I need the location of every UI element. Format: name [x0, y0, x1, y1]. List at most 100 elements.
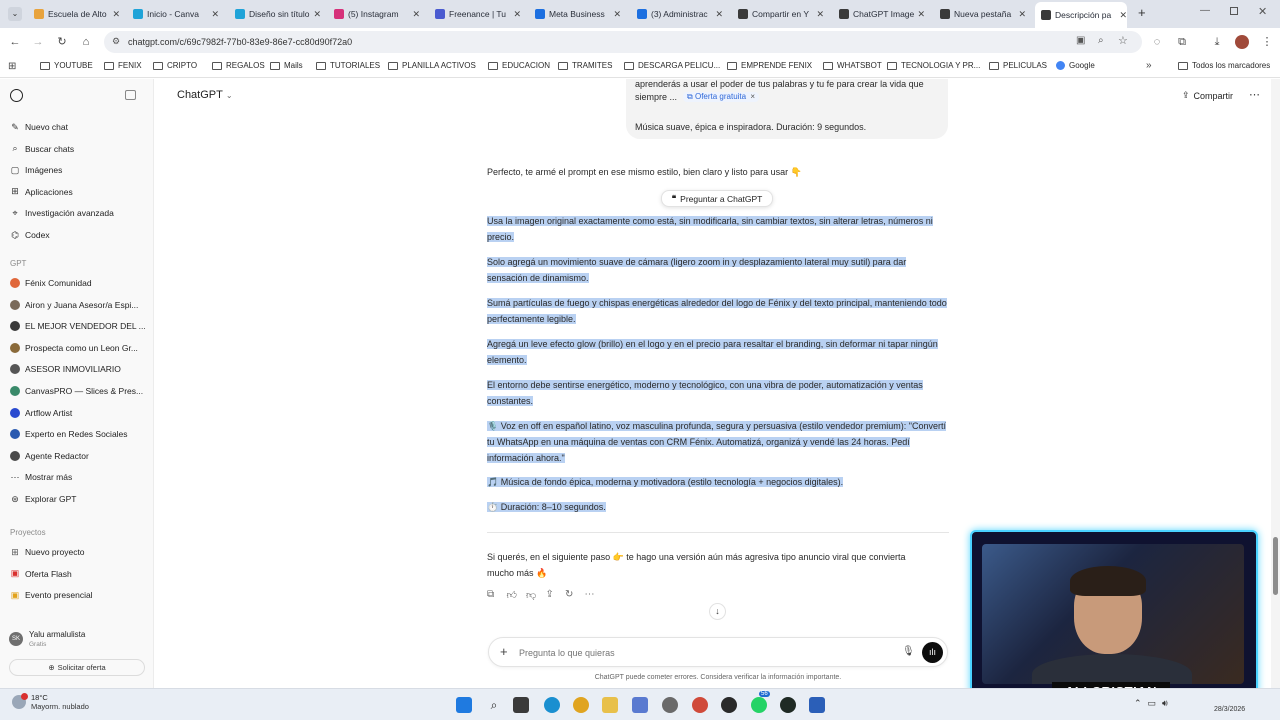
sidebar-item-image[interactable]: ▢ Imágenes	[10, 163, 63, 177]
browser-tab[interactable]: Inicio - Canva ✕	[133, 4, 219, 24]
sidebar-item-search[interactable]: ⌕ Buscar chats	[10, 142, 74, 156]
sidebar-item-apps[interactable]: ⊞ Aplicaciones	[10, 185, 73, 199]
restore-icon[interactable]	[1230, 7, 1238, 15]
tab-close-icon[interactable]: ✕	[513, 9, 521, 20]
tab-close-icon[interactable]: ✕	[211, 9, 219, 20]
bookmark-item[interactable]: TUTORIALES	[316, 61, 380, 70]
sidebar-gpt-item[interactable]: EL MEJOR VENDEDOR DEL ...	[10, 319, 146, 333]
chip-close-icon[interactable]: ×	[750, 92, 755, 101]
all-bookmarks[interactable]: Todos los marcadores	[1178, 61, 1270, 70]
app-icon-2[interactable]	[721, 697, 737, 713]
bookmark-item[interactable]: CRIPTO	[153, 61, 197, 70]
bookmark-item[interactable]: WHATSBOT	[823, 61, 882, 70]
extension-icon[interactable]: ◌	[1150, 35, 1164, 49]
sidebar-project-item[interactable]: ⊞ Nuevo proyecto	[10, 545, 84, 559]
browser-tab[interactable]: Meta Business ✕	[535, 4, 621, 24]
word-icon[interactable]	[809, 697, 825, 713]
tab-close-icon[interactable]: ✕	[917, 9, 925, 20]
apps-grid-icon[interactable]: ⊞	[8, 61, 16, 72]
sidebar-gpt-item[interactable]: Experto en Redes Sociales	[10, 427, 128, 441]
openai-logo-icon[interactable]	[10, 89, 23, 102]
home-icon[interactable]: ⌂	[79, 35, 93, 49]
scroll-down-button[interactable]: ↓	[709, 603, 726, 620]
search-icon[interactable]: ⌕	[486, 697, 502, 713]
share-button[interactable]: ⇪ Compartir	[1182, 90, 1233, 101]
reload-icon[interactable]: ↻	[55, 35, 69, 49]
browser-menu-icon[interactable]: ⋮	[1260, 35, 1274, 49]
upgrade-button[interactable]: ⊕ Solicitar oferta	[9, 659, 145, 676]
close-window-icon[interactable]: ✕	[1258, 5, 1267, 18]
tab-close-icon[interactable]: ✕	[412, 9, 420, 20]
bookmark-item[interactable]: FENIX	[104, 61, 142, 70]
puzzle-icon[interactable]: ⧉	[1175, 35, 1189, 49]
install-app-icon[interactable]: ▣	[1076, 35, 1085, 46]
prompt-input[interactable]	[519, 645, 879, 660]
bookmark-item[interactable]: PELICULAS	[989, 61, 1047, 70]
browser-tab[interactable]: ChatGPT Image ✕	[839, 4, 925, 24]
thumbs-down-icon[interactable]: 👎︎	[526, 589, 546, 601]
chrome-icon[interactable]	[573, 697, 589, 713]
chrome-profile-icon[interactable]	[692, 697, 708, 713]
bookmark-item[interactable]: REGALOS	[212, 61, 265, 70]
bookmark-item[interactable]: DESCARGA PELICU...	[624, 61, 720, 70]
task-view-icon[interactable]	[513, 697, 529, 713]
sidebar-project-item[interactable]: ▣ Oferta Flash	[10, 567, 72, 581]
app-icon-1[interactable]	[632, 697, 648, 713]
chatgpt-app-icon[interactable]	[780, 697, 796, 713]
profile-avatar[interactable]	[1235, 35, 1249, 49]
bookmark-item[interactable]: TECNOLOGIA Y PR...	[887, 61, 980, 70]
browser-tab[interactable]: Freenance | Tu ✕	[435, 4, 521, 24]
user-profile[interactable]: SK Yalu armalulista Gratis	[9, 630, 149, 652]
bookmark-item[interactable]: TRAMITES	[558, 61, 612, 70]
bookmark-item[interactable]: EMPRENDE FENIX	[727, 61, 812, 70]
browser-tab[interactable]: Escuela de Alto ✕	[34, 4, 120, 24]
bookmarks-overflow-icon[interactable]: »	[1146, 60, 1152, 71]
sidebar-gpt-item[interactable]: Agente Redactor	[10, 449, 89, 463]
bookmark-item[interactable]: PLANILLA ACTIVOS	[388, 61, 476, 70]
whatsapp-icon[interactable]: 56	[751, 691, 770, 713]
tab-close-icon[interactable]: ✕	[816, 9, 824, 20]
voice-mode-button[interactable]: ılı	[922, 642, 943, 663]
browser-tab[interactable]: Nueva pestaña ✕	[940, 4, 1026, 24]
ask-chatgpt-popup[interactable]: ❝ Preguntar a ChatGPT	[661, 190, 773, 207]
sidebar-gpt-item[interactable]: ⋯ Mostrar más	[10, 470, 73, 484]
share-message-icon[interactable]: ⇪	[546, 589, 566, 601]
tab-close-icon[interactable]: ✕	[715, 9, 723, 20]
sidebar-gpt-item[interactable]: ASESOR INMOVILIARIO	[10, 362, 121, 376]
bookmark-item[interactable]: Mails	[270, 61, 303, 70]
edge-icon[interactable]	[544, 697, 560, 713]
tab-close-icon[interactable]: ✕	[313, 9, 321, 20]
sidebar-gpt-item[interactable]: ⊛ Explorar GPT	[10, 492, 76, 506]
sidebar-gpt-item[interactable]: Prospecta como un Leon Gr...	[10, 341, 138, 355]
settings-icon[interactable]	[662, 697, 678, 713]
more-actions-icon[interactable]: ⋯	[585, 589, 605, 601]
attachment-chip[interactable]: ⧉ Oferta gratuita ×	[683, 92, 760, 102]
download-icon[interactable]: ⤓	[1210, 35, 1224, 49]
back-icon[interactable]: ←	[8, 35, 22, 49]
attach-plus-icon[interactable]: +	[500, 644, 508, 659]
copy-icon[interactable]: ⧉	[487, 589, 507, 601]
sidebar-item-codex[interactable]: ⌬ Codex	[10, 228, 50, 242]
sidebar-item-research[interactable]: ⌖ Investigación avanzada	[10, 206, 113, 220]
windows-start-icon[interactable]	[456, 697, 472, 713]
sidebar-project-item[interactable]: ▣ Evento presencial	[10, 588, 93, 602]
sidebar-gpt-item[interactable]: CanvasPRO — Slices & Pres...	[10, 384, 143, 398]
scrollbar-thumb[interactable]	[1273, 537, 1278, 595]
zoom-icon[interactable]: ⌕	[1098, 35, 1104, 46]
site-info-icon[interactable]: ⚙	[112, 36, 120, 47]
model-selector[interactable]: ChatGPT ⌄	[177, 89, 233, 101]
bookmark-item[interactable]: EDUCACION	[488, 61, 550, 70]
browser-tab[interactable]: Compartir en Y ✕	[738, 4, 824, 24]
tab-close-icon[interactable]: ✕	[1119, 10, 1127, 21]
regenerate-icon[interactable]: ↻	[565, 589, 585, 601]
page-scrollbar[interactable]	[1271, 79, 1280, 688]
address-bar[interactable]: ⚙ chatgpt.com/c/69c7982f-77b0-83e9-86e7-…	[104, 31, 1142, 53]
forward-icon[interactable]: →	[31, 35, 45, 49]
weather-widget[interactable]: 18°C Mayorm. nublado	[12, 693, 89, 711]
microphone-icon[interactable]: 🎙︎	[902, 646, 915, 657]
system-tray[interactable]: ⌃▭🔊︎	[1134, 698, 1174, 709]
new-tab-button[interactable]: +	[1138, 5, 1146, 20]
thumbs-up-icon[interactable]: 👍︎	[507, 589, 527, 601]
sidebar-item-new-chat[interactable]: ✎ Nuevo chat	[10, 120, 68, 134]
tab-close-icon[interactable]: ✕	[613, 9, 621, 20]
